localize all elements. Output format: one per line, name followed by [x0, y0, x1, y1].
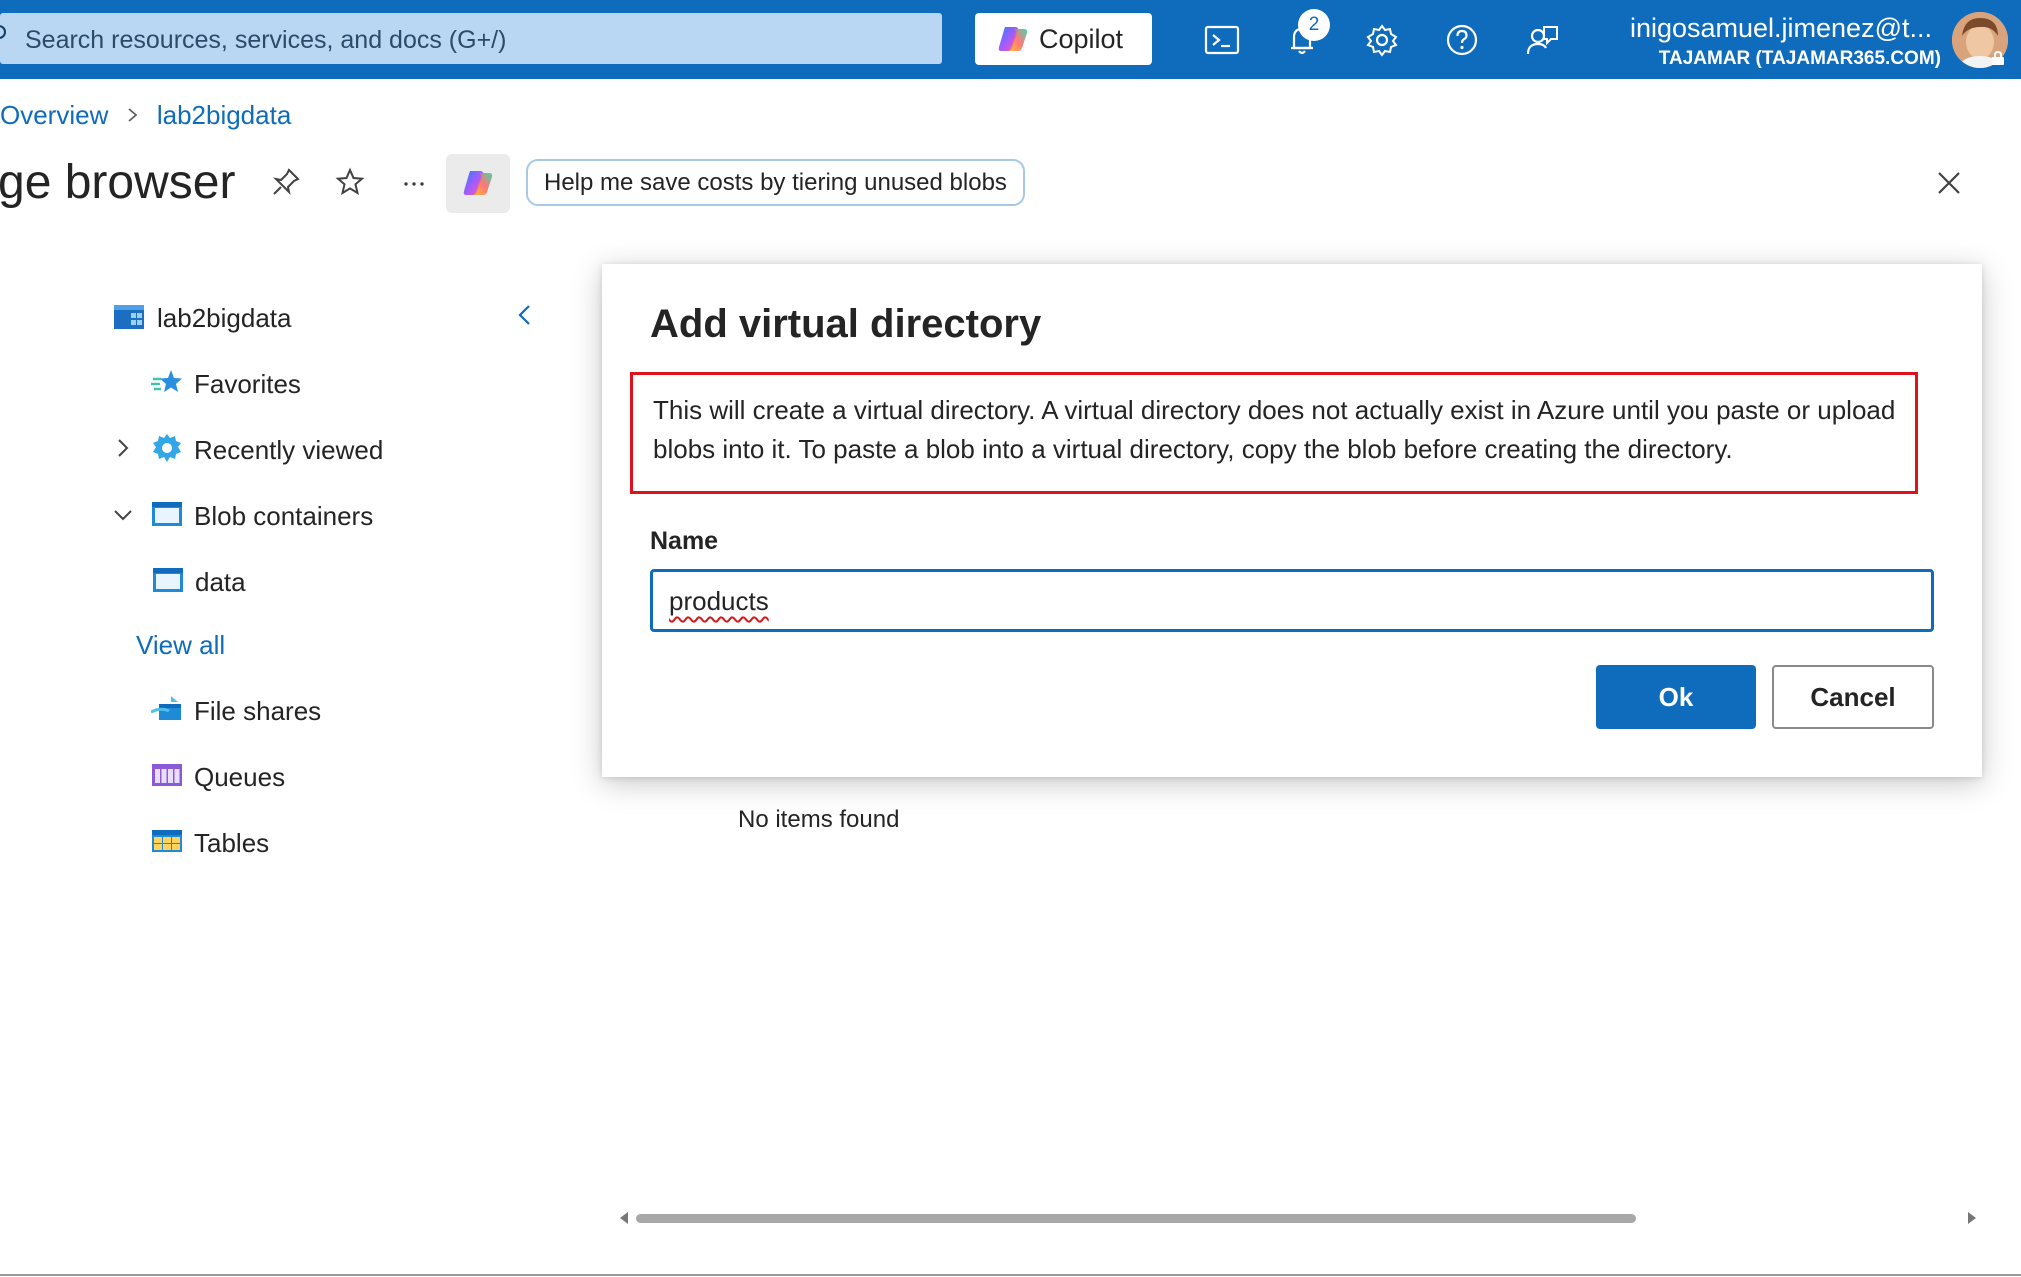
cloud-shell-icon[interactable]	[1202, 20, 1242, 60]
breadcrumb-overview[interactable]: Overview	[0, 100, 108, 130]
container-icon	[152, 502, 182, 526]
close-icon[interactable]	[1934, 168, 1964, 198]
user-tenant[interactable]: TAJAMAR (TAJAMAR365.COM)	[1659, 48, 1941, 70]
name-input[interactable]: products	[650, 569, 1934, 632]
cancel-button[interactable]: Cancel	[1772, 665, 1934, 729]
recent-gear-icon	[153, 434, 181, 462]
tree-label: Tables	[194, 828, 270, 858]
tree-label: Favorites	[194, 369, 301, 399]
copilot-label: Copilot	[1039, 24, 1124, 54]
notification-badge: 2	[1298, 9, 1330, 41]
queue-icon	[152, 764, 182, 786]
add-virtual-directory-dialog: Add virtual directory This will create a…	[602, 264, 1982, 777]
container-icon	[153, 568, 183, 592]
view-all-link[interactable]: View all	[136, 630, 225, 661]
breadcrumb-lab2bigdata[interactable]: lab2bigdata	[157, 100, 291, 130]
feedback-icon[interactable]	[1522, 20, 1562, 60]
tree-label: lab2bigdata	[157, 303, 292, 333]
chevron-right-icon	[128, 108, 137, 122]
user-email[interactable]: inigosamuel.jimenez@t...	[1630, 13, 1932, 44]
top-bar: Search resources, services, and docs (G+…	[0, 0, 2021, 79]
storage-account-icon	[114, 305, 144, 329]
search-placeholder: Search resources, services, and docs (G+…	[25, 26, 507, 54]
chevron-right-icon[interactable]	[112, 437, 134, 459]
dialog-info-box: This will create a virtual directory. A …	[630, 372, 1918, 494]
bottom-divider	[0, 1274, 2021, 1276]
dialog-info-text: This will create a virtual directory. A …	[653, 395, 1896, 464]
tree-label: Blob containers	[194, 501, 374, 531]
tree-label: Queues	[194, 762, 286, 792]
name-label: Name	[650, 527, 719, 555]
pin-icon[interactable]	[270, 166, 302, 198]
lock-icon	[1992, 50, 2004, 65]
copilot-icon	[998, 27, 1028, 51]
scroll-left-arrow[interactable]	[620, 1212, 628, 1224]
empty-state-text: No items found	[738, 806, 900, 833]
help-icon[interactable]	[1442, 20, 1482, 60]
scroll-right-arrow[interactable]	[1968, 1212, 1976, 1224]
copilot-icon	[463, 171, 493, 195]
ok-button[interactable]: Ok	[1596, 665, 1756, 729]
more-icon[interactable]	[398, 166, 430, 198]
chevron-down-icon[interactable]	[112, 504, 134, 526]
star-icon[interactable]	[334, 166, 366, 198]
breadcrumb: Overview lab2bigdata	[0, 100, 291, 132]
copilot-suggestion-pill[interactable]: Help me save costs by tiering unused blo…	[526, 159, 1025, 206]
global-search-box[interactable]: Search resources, services, and docs (G+…	[0, 13, 942, 64]
tree-label: Recently viewed	[194, 435, 384, 465]
copilot-button[interactable]: Copilot	[975, 13, 1152, 65]
gear-icon[interactable]	[1362, 20, 1402, 60]
tree-label: data	[195, 567, 246, 597]
favorites-icon	[151, 370, 182, 392]
chevron-left-icon[interactable]	[514, 302, 536, 328]
dialog-title: Add virtual directory	[650, 302, 1042, 346]
name-input-value: products	[669, 586, 769, 616]
breadcrumb-separator	[116, 100, 150, 131]
tree-label: File shares	[194, 696, 322, 726]
horizontal-scrollbar-thumb[interactable]	[636, 1214, 1636, 1223]
search-icon	[0, 25, 6, 39]
copilot-square-button[interactable]	[446, 154, 510, 213]
page-title: ge browser	[0, 156, 236, 209]
file-share-icon	[151, 696, 181, 720]
table-icon	[152, 830, 182, 852]
